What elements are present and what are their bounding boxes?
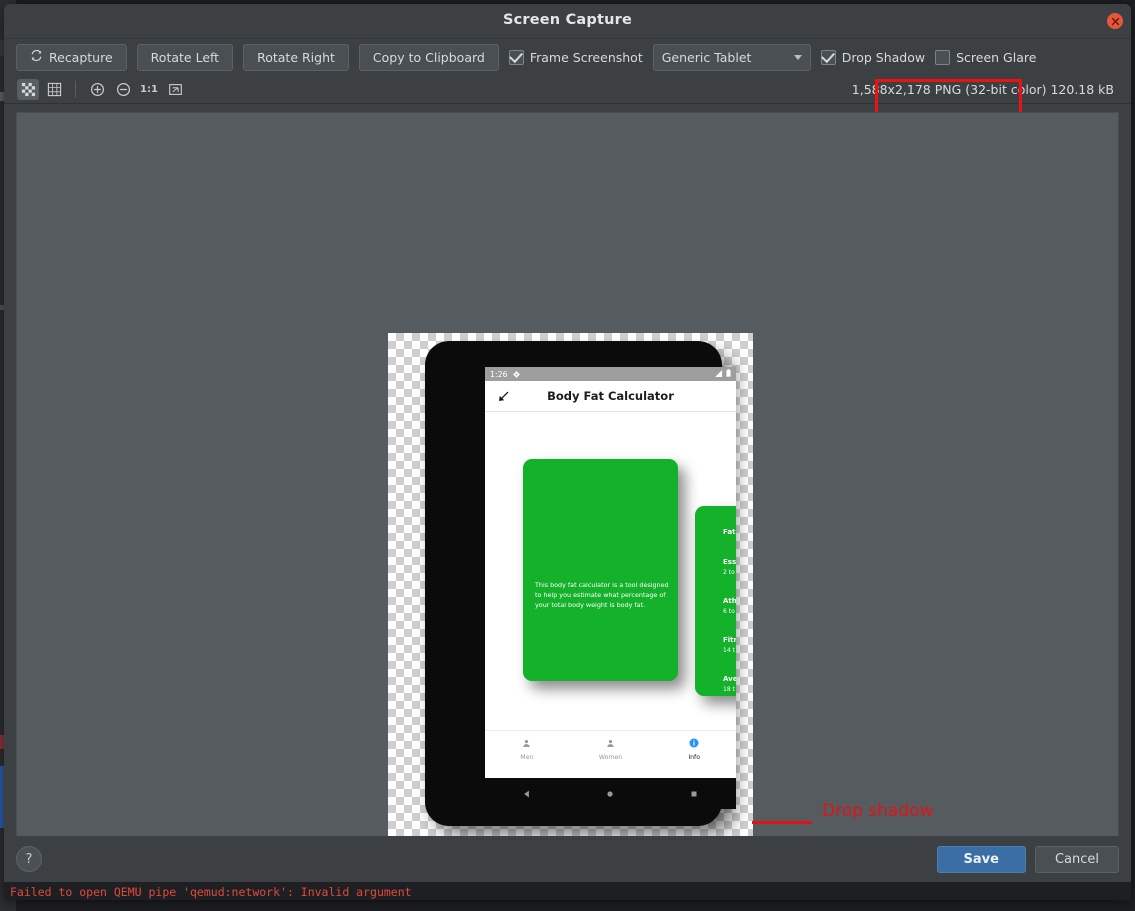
battery-icon — [726, 369, 731, 379]
fit-to-window-icon[interactable] — [164, 79, 186, 100]
checkbox-box — [509, 50, 524, 65]
device-screen: 1:26 — [485, 367, 736, 778]
drop-shadow-checkbox[interactable]: Drop Shadow — [821, 50, 925, 65]
category-name: Fitn — [723, 636, 736, 644]
grid-icon[interactable] — [43, 79, 65, 100]
copy-to-clipboard-button[interactable]: Copy to Clipboard — [359, 44, 499, 71]
category-range: 6 to — [723, 608, 736, 615]
toolbar-divider — [75, 81, 76, 98]
collapse-arrow-icon[interactable] — [497, 388, 510, 407]
person-icon — [606, 733, 615, 752]
android-navigation-bar — [485, 778, 736, 809]
gear-icon — [513, 371, 520, 378]
category-name: Ave — [723, 675, 736, 683]
recapture-label: Recapture — [49, 50, 113, 65]
rotate-right-label: Rotate Right — [257, 50, 335, 65]
app-bar: Body Fat Calculator — [485, 381, 736, 412]
nav-item-men[interactable]: Men — [485, 733, 569, 761]
zoom-in-icon[interactable] — [86, 79, 108, 100]
frame-screenshot-checkbox[interactable]: Frame Screenshot — [509, 50, 643, 65]
category-range: 14 t — [723, 647, 736, 654]
app-bottom-nav: Men Women — [485, 730, 736, 762]
transparency-checkerboard-icon[interactable] — [17, 79, 39, 100]
checkbox-box — [935, 50, 950, 65]
nav-item-info[interactable]: Info — [652, 733, 736, 761]
actual-size-label: 1:1 — [140, 84, 158, 95]
info-icon — [689, 733, 699, 752]
capture-toolbar: Recapture Rotate Left Rotate Right Copy … — [4, 39, 1131, 75]
actual-size-icon[interactable]: 1:1 — [138, 79, 160, 100]
back-icon[interactable] — [522, 784, 532, 803]
annotation-pointer-line — [752, 821, 812, 824]
category-range: 2 to — [723, 569, 736, 576]
category-name: Ath — [723, 597, 736, 605]
recents-icon[interactable] — [689, 784, 699, 803]
capture-preview-canvas[interactable]: 1:26 — [16, 112, 1119, 854]
device-frame-value: Generic Tablet — [662, 50, 752, 65]
intro-card: This body fat calculator is a tool desig… — [523, 459, 678, 681]
categories-card-heading: Fat — [723, 528, 735, 536]
app-content: This body fat calculator is a tool desig… — [485, 412, 736, 762]
screen-capture-dialog: Screen Capture Recapture Rotate Left — [4, 4, 1131, 900]
drop-shadow-label: Drop Shadow — [842, 50, 925, 65]
dialog-footer: ? Save Cancel — [4, 836, 1131, 882]
refresh-icon — [30, 49, 43, 65]
copy-to-clipboard-label: Copy to Clipboard — [373, 50, 485, 65]
help-button[interactable]: ? — [16, 846, 42, 872]
person-icon — [522, 733, 531, 752]
screen-glare-checkbox[interactable]: Screen Glare — [935, 50, 1036, 65]
annotation-label: Drop shadow — [822, 801, 933, 821]
frame-screenshot-label: Frame Screenshot — [530, 50, 643, 65]
cancel-button[interactable]: Cancel — [1035, 846, 1119, 873]
category-row: Ave 18 t — [723, 675, 736, 693]
category-row: Ess 2 to — [723, 558, 736, 576]
view-toolbar: 1:1 1,588x2,178 PNG (32-bit color) 120.1… — [4, 75, 1131, 104]
captured-image: 1:26 — [388, 333, 753, 846]
rotate-left-label: Rotate Left — [151, 50, 219, 65]
checkbox-box — [821, 50, 836, 65]
console-output: Failed to open QEMU pipe 'qemud:network'… — [4, 882, 1131, 900]
android-status-bar: 1:26 — [485, 367, 736, 381]
tablet-device-frame: 1:26 — [425, 341, 722, 826]
status-clock: 1:26 — [490, 370, 508, 379]
intro-card-text: This body fat calculator is a tool desig… — [535, 581, 671, 611]
rotate-left-button[interactable]: Rotate Left — [137, 44, 233, 71]
nav-item-women[interactable]: Women — [569, 733, 653, 761]
chevron-down-icon — [794, 55, 802, 60]
category-row: Fitn 14 t — [723, 636, 736, 654]
image-info-label: 1,588x2,178 PNG (32-bit color) 120.18 kB — [852, 82, 1118, 97]
nav-label: Men — [520, 754, 533, 761]
categories-card: Fat Ess 2 to Ath 6 to Fitn 14 — [695, 506, 736, 696]
footer-actions: Save Cancel — [937, 846, 1119, 873]
signal-icon — [715, 370, 723, 379]
zoom-out-icon[interactable] — [112, 79, 134, 100]
category-row: Ath 6 to — [723, 597, 736, 615]
dialog-titlebar: Screen Capture — [4, 4, 1131, 39]
device-frame-select[interactable]: Generic Tablet — [653, 44, 811, 71]
home-icon[interactable] — [605, 784, 615, 803]
save-button[interactable]: Save — [937, 846, 1026, 873]
recapture-button[interactable]: Recapture — [16, 44, 127, 71]
status-icons — [715, 369, 731, 379]
app-title: Body Fat Calculator — [485, 389, 736, 403]
category-range: 18 t — [723, 686, 736, 693]
screen-glare-label: Screen Glare — [956, 50, 1036, 65]
rotate-right-button[interactable]: Rotate Right — [243, 44, 349, 71]
nav-label: Info — [688, 754, 700, 761]
dialog-title: Screen Capture — [4, 12, 1131, 28]
close-icon[interactable] — [1107, 13, 1123, 29]
nav-label: Women — [599, 754, 622, 761]
category-name: Ess — [723, 558, 736, 566]
